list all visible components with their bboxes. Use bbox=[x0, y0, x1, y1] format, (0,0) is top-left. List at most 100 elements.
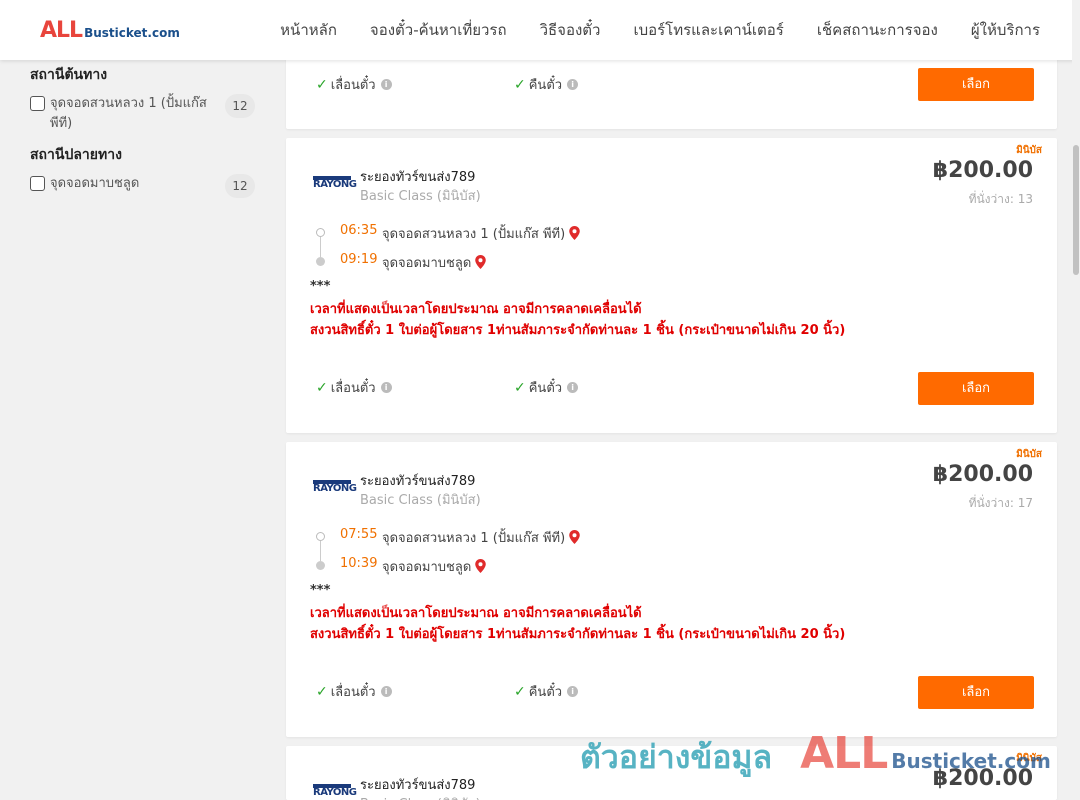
arrival-stop: 10:39 จุดจอดมาบชลูด bbox=[316, 551, 916, 580]
nav-home[interactable]: หน้าหลัก bbox=[280, 18, 337, 42]
refund-label: คืนตั๋ว bbox=[528, 685, 563, 700]
trip-notice: เวลาที่แสดงเป็นเวลาโดยประมาณ อาจมีการคลา… bbox=[310, 603, 845, 645]
departure-place: จุดจอดสวนหลวง 1 (ปั้มแก๊ส พีที) bbox=[382, 527, 580, 548]
filter-sidebar: สถานีต้นทาง จุดจอดสวนหลวง 1 (ปั้มแก๊ส พี… bbox=[30, 60, 260, 204]
map-pin-icon[interactable] bbox=[569, 226, 580, 240]
reschedule-label: เลื่อนตั๋ว bbox=[330, 685, 376, 700]
info-icon[interactable]: i bbox=[567, 382, 579, 393]
note-stars: *** bbox=[310, 279, 331, 294]
watermark-sample-text: ตัวอย่างข้อมูล bbox=[580, 738, 773, 776]
reschedule-label: เลื่อนตั๋ว bbox=[330, 381, 376, 396]
departure-time: 06:35 bbox=[340, 223, 378, 238]
trip-price: ฿200.00 bbox=[932, 462, 1033, 487]
departure-dot bbox=[316, 228, 325, 237]
service-class: Basic Class (มินิบัส) bbox=[360, 793, 481, 800]
page-scrollbar[interactable] bbox=[1072, 0, 1080, 800]
origin-filter-count: 12 bbox=[225, 94, 255, 118]
check-icon: ✓ bbox=[316, 379, 328, 396]
map-pin-icon[interactable] bbox=[475, 255, 487, 269]
reschedule-feature: ✓ เลื่อนตั๋ว i bbox=[316, 74, 392, 95]
trip-card-partial: ✓ เลื่อนตั๋ว i ✓ คืนตั๋ว i เลือก bbox=[286, 50, 1057, 129]
refund-label: คืนตั๋ว bbox=[528, 78, 563, 93]
arrival-dot bbox=[316, 561, 325, 570]
site-logo[interactable]: ALL Busticket.com bbox=[40, 18, 180, 43]
operator-name: ระยองทัวร์ขนส่ง789 bbox=[360, 778, 476, 793]
check-icon: ✓ bbox=[316, 683, 328, 700]
info-icon[interactable]: i bbox=[380, 686, 392, 697]
dest-filter-item[interactable]: จุดจอดมาบชลูด 12 bbox=[30, 174, 260, 198]
origin-filter-group: สถานีต้นทาง จุดจอดสวนหลวง 1 (ปั้มแก๊ส พี… bbox=[30, 64, 260, 134]
arrival-time: 09:19 bbox=[340, 252, 378, 267]
logo-all-text: ALL bbox=[40, 18, 83, 43]
origin-filter-title: สถานีต้นทาง bbox=[30, 67, 108, 83]
logo-domain-text: Busticket.com bbox=[84, 26, 180, 40]
dest-filter-title: สถานีปลายทาง bbox=[30, 147, 122, 163]
refund-feature: ✓ คืนตั๋ว i bbox=[514, 377, 579, 398]
notice-line-1: เวลาที่แสดงเป็นเวลาโดยประมาณ อาจมีการคลา… bbox=[310, 606, 642, 621]
reschedule-feature: ✓ เลื่อนตั๋ว i bbox=[316, 377, 392, 398]
arrival-place: จุดจอดมาบชลูด bbox=[382, 252, 487, 273]
origin-checkbox[interactable] bbox=[30, 96, 45, 111]
route-timeline: 06:35 จุดจอดสวนหลวง 1 (ปั้มแก๊ส พีที) 09… bbox=[316, 218, 916, 276]
nav-book-search[interactable]: จองตั๋ว-ค้นหาเที่ยวรถ bbox=[370, 18, 507, 42]
departure-time: 07:55 bbox=[340, 527, 378, 542]
notice-line-1: เวลาที่แสดงเป็นเวลาโดยประมาณ อาจมีการคลา… bbox=[310, 302, 642, 317]
operator-logo: RAYONG bbox=[313, 784, 357, 800]
refund-feature: ✓ คืนตั๋ว i bbox=[514, 681, 579, 702]
note-stars: *** bbox=[310, 583, 331, 598]
info-icon[interactable]: i bbox=[380, 382, 392, 393]
arrival-dot bbox=[316, 257, 325, 266]
dest-filter-label: จุดจอดมาบชลูด bbox=[50, 176, 140, 191]
bus-type-badge: มินิบัส bbox=[1016, 145, 1042, 156]
operator-logo-text: RAYONG bbox=[313, 483, 357, 494]
arrival-place: จุดจอดมาบชลูด bbox=[382, 556, 487, 577]
trip-price: ฿200.00 bbox=[932, 158, 1033, 183]
check-icon: ✓ bbox=[514, 379, 526, 396]
operator-logo: RAYONG bbox=[313, 480, 357, 498]
nav-phone-counters[interactable]: เบอร์โทรและเคาน์เตอร์ bbox=[633, 18, 783, 42]
notice-line-2: สงวนสิทธิ์ตั๋ว 1 ใบต่อผู้โดยสาร 1ท่านสัม… bbox=[310, 627, 846, 642]
map-pin-icon[interactable] bbox=[569, 530, 580, 544]
map-pin-icon[interactable] bbox=[475, 559, 487, 573]
check-icon: ✓ bbox=[514, 76, 526, 93]
bus-type-badge: มินิบัส bbox=[1016, 449, 1042, 460]
operator-name: ระยองทัวร์ขนส่ง789 bbox=[360, 170, 476, 185]
trip-notice: เวลาที่แสดงเป็นเวลาโดยประมาณ อาจมีการคลา… bbox=[310, 299, 845, 341]
dest-checkbox[interactable] bbox=[30, 176, 45, 191]
check-icon: ✓ bbox=[514, 683, 526, 700]
departure-dot bbox=[316, 532, 325, 541]
service-class: Basic Class (มินิบัส) bbox=[360, 493, 481, 508]
seats-available: ที่นั่งว่าง: 17 bbox=[968, 496, 1033, 510]
reschedule-feature: ✓ เลื่อนตั๋ว i bbox=[316, 681, 392, 702]
arrival-time: 10:39 bbox=[340, 556, 378, 571]
refund-label: คืนตั๋ว bbox=[528, 381, 563, 396]
reschedule-label: เลื่อนตั๋ว bbox=[330, 78, 376, 93]
nav-how-to-book[interactable]: วิธีจองตั๋ว bbox=[540, 18, 601, 42]
seats-available: ที่นั่งว่าง: 13 bbox=[968, 192, 1033, 206]
select-button[interactable]: เลือก bbox=[918, 372, 1034, 405]
origin-filter-label: จุดจอดสวนหลวง 1 (ปั้มแก๊ส พีที) bbox=[50, 96, 207, 131]
departure-place: จุดจอดสวนหลวง 1 (ปั้มแก๊ส พีที) bbox=[382, 223, 580, 244]
service-class: Basic Class (มินิบัส) bbox=[360, 189, 481, 204]
watermark-logo-all: ALL bbox=[800, 728, 888, 779]
info-icon[interactable]: i bbox=[567, 686, 579, 697]
nav-operators[interactable]: ผู้ให้บริการ bbox=[971, 18, 1040, 42]
operator-logo-text: RAYONG bbox=[313, 179, 357, 190]
select-button[interactable]: เลือก bbox=[918, 676, 1034, 709]
refund-feature: ✓ คืนตั๋ว i bbox=[514, 74, 579, 95]
watermark: ตัวอย่างข้อมูล ALL Busticket.com bbox=[580, 728, 1051, 783]
watermark-logo-domain: Busticket.com bbox=[891, 749, 1051, 773]
info-icon[interactable]: i bbox=[567, 79, 579, 90]
check-icon: ✓ bbox=[316, 76, 328, 93]
main-nav: หน้าหลัก จองตั๋ว-ค้นหาเที่ยวรถ วิธีจองตั… bbox=[247, 0, 1040, 60]
info-icon[interactable]: i bbox=[380, 79, 392, 90]
operator-logo-text: RAYONG bbox=[313, 787, 357, 798]
route-timeline: 07:55 จุดจอดสวนหลวง 1 (ปั้มแก๊ส พีที) 10… bbox=[316, 522, 916, 580]
select-button[interactable]: เลือก bbox=[918, 68, 1034, 101]
nav-check-booking[interactable]: เช็คสถานะการจอง bbox=[817, 18, 938, 42]
site-header: ALL Busticket.com หน้าหลัก จองตั๋ว-ค้นหา… bbox=[0, 0, 1080, 60]
dest-filter-group: สถานีปลายทาง จุดจอดมาบชลูด 12 bbox=[30, 144, 260, 198]
scrollbar-thumb[interactable] bbox=[1073, 145, 1079, 275]
dest-filter-count: 12 bbox=[225, 174, 255, 198]
origin-filter-item[interactable]: จุดจอดสวนหลวง 1 (ปั้มแก๊ส พีที) 12 bbox=[30, 94, 260, 134]
